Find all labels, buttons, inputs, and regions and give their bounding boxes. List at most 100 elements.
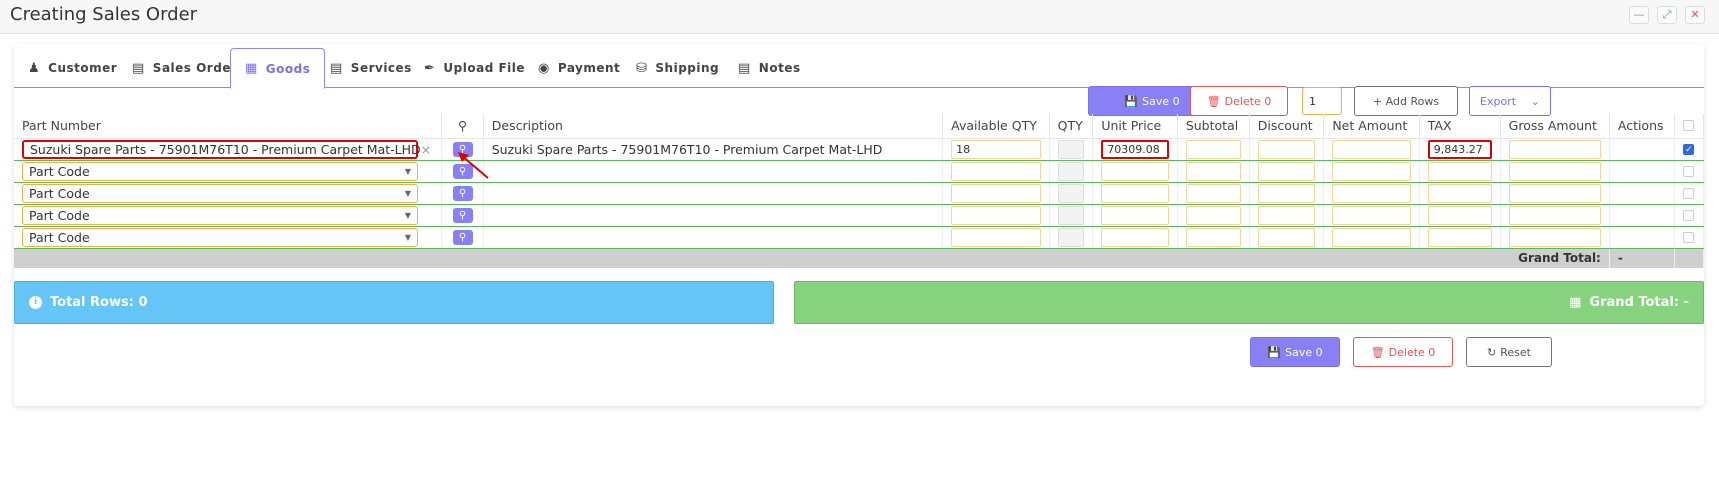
close-button[interactable]: ✕ xyxy=(1685,6,1705,24)
discount-input[interactable] xyxy=(1257,205,1316,225)
qty-input[interactable] xyxy=(1057,161,1085,181)
tax-input[interactable] xyxy=(1427,183,1492,203)
unit-price-cell xyxy=(1092,226,1178,249)
row-checkbox[interactable] xyxy=(1683,231,1695,243)
available-qty-input[interactable] xyxy=(951,161,1041,181)
unit-price-input[interactable] xyxy=(1101,183,1169,203)
clear-icon[interactable]: × xyxy=(421,142,431,157)
total-rows-bar: i Total Rows: 0 xyxy=(14,281,774,324)
tax-input[interactable] xyxy=(1427,227,1492,247)
tax-input[interactable] xyxy=(1427,161,1492,181)
part-search-button[interactable]: ⚲ xyxy=(452,229,473,245)
unit-price-input[interactable] xyxy=(1101,161,1169,181)
available-qty-input[interactable]: 18 xyxy=(951,139,1041,159)
net-amount-input[interactable] xyxy=(1332,183,1411,203)
rows-count-input[interactable]: 1 xyxy=(1302,87,1342,115)
discount-cell xyxy=(1249,204,1325,227)
description-cell xyxy=(483,226,944,249)
tab-label: Upload File xyxy=(443,61,526,75)
tab-notes[interactable]: ▤ Notes xyxy=(724,48,815,88)
part-select[interactable]: Part Code ▼ xyxy=(22,205,418,225)
search-cell: ⚲ xyxy=(441,204,484,227)
gross-amount-input[interactable] xyxy=(1508,139,1601,159)
subtotal-cell xyxy=(1177,160,1250,183)
unit-price-input[interactable]: 70309.08 xyxy=(1101,139,1169,159)
reset-button[interactable]: ↻ Reset xyxy=(1466,337,1552,367)
add-rows-button[interactable]: + Add Rows xyxy=(1354,86,1458,116)
minimize-button[interactable]: — xyxy=(1629,6,1649,24)
maximize-button[interactable]: ⤢ xyxy=(1657,6,1677,24)
subtotal-input[interactable] xyxy=(1185,183,1241,203)
discount-input[interactable] xyxy=(1257,161,1316,181)
export-dropdown[interactable]: Export ⌄ xyxy=(1469,86,1551,116)
qty-cell xyxy=(1049,226,1094,249)
subtotal-input[interactable] xyxy=(1185,161,1241,181)
part-search-button[interactable]: ⚲ xyxy=(452,185,473,201)
window-title: Creating Sales Order xyxy=(10,4,198,25)
part-select[interactable]: Suzuki Spare Parts - 75901M76T10 - Premi… xyxy=(22,139,431,159)
discount-input[interactable] xyxy=(1257,227,1316,247)
row-checkbox[interactable] xyxy=(1683,165,1695,177)
row-checkbox[interactable] xyxy=(1683,187,1695,199)
grand-total-row: Grand Total: - xyxy=(14,248,1705,268)
unit-price-input[interactable] xyxy=(1101,227,1169,247)
table-row: Part Code ▼ ⚲ xyxy=(14,160,1705,183)
gross-amount-input[interactable] xyxy=(1508,161,1601,181)
actions-cell xyxy=(1609,226,1675,249)
search-cell: ⚲ xyxy=(441,182,484,205)
net-amount-input[interactable] xyxy=(1332,205,1411,225)
gross-amount-input[interactable] xyxy=(1508,183,1601,203)
subtotal-input[interactable] xyxy=(1185,227,1241,247)
qty-input[interactable] xyxy=(1057,227,1085,247)
grand-total-label: Grand Total: xyxy=(14,248,1610,268)
unit-price-input[interactable] xyxy=(1101,205,1169,225)
qty-input[interactable] xyxy=(1057,139,1085,159)
footer-delete-button[interactable]: 🗑 Delete 0 xyxy=(1353,337,1453,367)
qty-input[interactable] xyxy=(1057,183,1085,203)
qty-cell xyxy=(1049,137,1094,161)
delete-button[interactable]: 🗑 Delete 0 xyxy=(1190,86,1288,116)
row-checkbox[interactable] xyxy=(1683,209,1695,221)
tab-label: Notes xyxy=(758,61,801,75)
part-search-button[interactable]: ⚲ xyxy=(452,207,473,223)
footer-save-button[interactable]: 💾 Save 0 xyxy=(1250,337,1340,367)
description-cell xyxy=(483,182,944,205)
file-icon: ▤ xyxy=(330,60,343,76)
document-icon: ▤ xyxy=(132,60,145,76)
tab-shipping[interactable]: ⛁ Shipping xyxy=(622,48,733,88)
tab-goods[interactable]: ▦ Goods xyxy=(230,48,326,89)
gross-amount-input[interactable] xyxy=(1508,205,1601,225)
tab-payment[interactable]: ◉ Payment xyxy=(524,48,634,88)
net-amount-input[interactable] xyxy=(1332,161,1411,181)
discount-cell xyxy=(1249,137,1325,161)
part-select[interactable]: Part Code ▼ xyxy=(22,161,418,181)
export-label: Export xyxy=(1480,94,1517,108)
part-cell: Part Code ▼ xyxy=(14,182,443,205)
qty-cell xyxy=(1049,160,1094,183)
tax-input[interactable] xyxy=(1427,205,1492,225)
row-checkbox[interactable]: ✓ xyxy=(1683,143,1695,155)
gross-amount-input[interactable] xyxy=(1508,227,1601,247)
available-qty-input[interactable] xyxy=(951,227,1041,247)
select-all-checkbox[interactable] xyxy=(1683,120,1695,132)
part-select[interactable]: Part Code ▼ xyxy=(22,227,418,247)
unit-price-cell xyxy=(1092,160,1178,183)
save-label: Save 0 xyxy=(1142,94,1180,108)
header-tax: TAX xyxy=(1419,114,1501,139)
boxes-icon: ▦ xyxy=(245,61,258,76)
discount-input[interactable] xyxy=(1257,139,1316,159)
tab-customer[interactable]: ♟ Customer xyxy=(14,48,131,88)
tab-upload-file[interactable]: ✒ Upload File xyxy=(410,48,539,88)
qty-input[interactable] xyxy=(1057,205,1085,225)
available-qty-input[interactable] xyxy=(951,183,1041,203)
net-amount-input[interactable] xyxy=(1332,227,1411,247)
tax-input[interactable]: 9,843.27 xyxy=(1427,139,1492,159)
discount-input[interactable] xyxy=(1257,183,1316,203)
subtotal-input[interactable] xyxy=(1185,139,1241,159)
subtotal-input[interactable] xyxy=(1185,205,1241,225)
window-controls: — ⤢ ✕ xyxy=(1629,6,1705,24)
part-select[interactable]: Part Code ▼ xyxy=(22,183,418,203)
header-net-amount: Net Amount xyxy=(1323,114,1420,139)
net-amount-input[interactable] xyxy=(1332,139,1411,159)
available-qty-input[interactable] xyxy=(951,205,1041,225)
